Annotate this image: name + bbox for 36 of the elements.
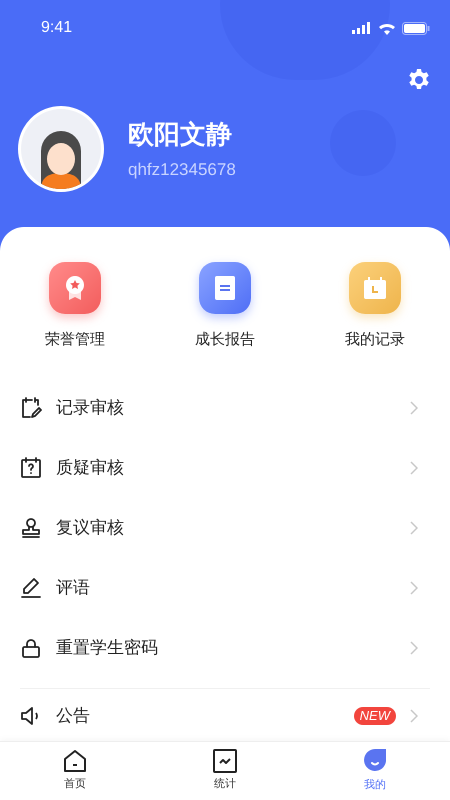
tab[interactable]: 统计 — [150, 742, 300, 800]
chevron-right-icon — [410, 400, 418, 414]
quick-action-label[interactable]: 我的记录 — [345, 329, 405, 352]
settings-icon[interactable] — [407, 68, 431, 92]
pencil-icon — [20, 576, 42, 598]
medal-icon — [49, 262, 101, 314]
menu-item[interactable]: 重置学生密码 — [0, 618, 450, 678]
chevron-right-icon — [410, 640, 418, 654]
chevron-right-icon — [410, 460, 418, 474]
document-icon — [199, 262, 251, 314]
menu-item[interactable]: 公告 NEW — [0, 688, 450, 728]
quick-action-label[interactable]: 荣誉管理 — [45, 329, 105, 352]
menu-item[interactable]: 评语 — [0, 558, 450, 618]
wifi-icon — [378, 22, 396, 34]
tab[interactable]: 首页 — [0, 742, 150, 800]
new-badge: NEW — [354, 706, 396, 724]
home-icon — [63, 749, 87, 774]
calendar-pencil-icon — [20, 396, 42, 418]
chevron-right-icon — [410, 708, 418, 722]
calendar-clock-icon — [349, 262, 401, 314]
status-time: 9:41 — [41, 18, 72, 38]
quick-action-label[interactable]: 成长报告 — [195, 329, 255, 352]
calendar-question-icon — [20, 456, 42, 478]
lock-icon — [20, 636, 42, 658]
stamp-icon — [20, 516, 42, 538]
menu-item[interactable]: 复议审核 — [0, 498, 450, 558]
chevron-right-icon — [410, 580, 418, 594]
battery-icon — [402, 22, 430, 34]
chart-icon — [213, 749, 237, 774]
tab[interactable]: 我的 — [300, 742, 450, 800]
user-name: 欧阳文静 — [128, 118, 233, 150]
user-id: qhfz12345678 — [128, 160, 236, 180]
chevron-right-icon — [410, 520, 418, 534]
menu-item[interactable]: 记录审核 — [0, 378, 450, 438]
menu-item[interactable]: 质疑审核 — [0, 438, 450, 498]
signal-icon — [352, 22, 372, 34]
